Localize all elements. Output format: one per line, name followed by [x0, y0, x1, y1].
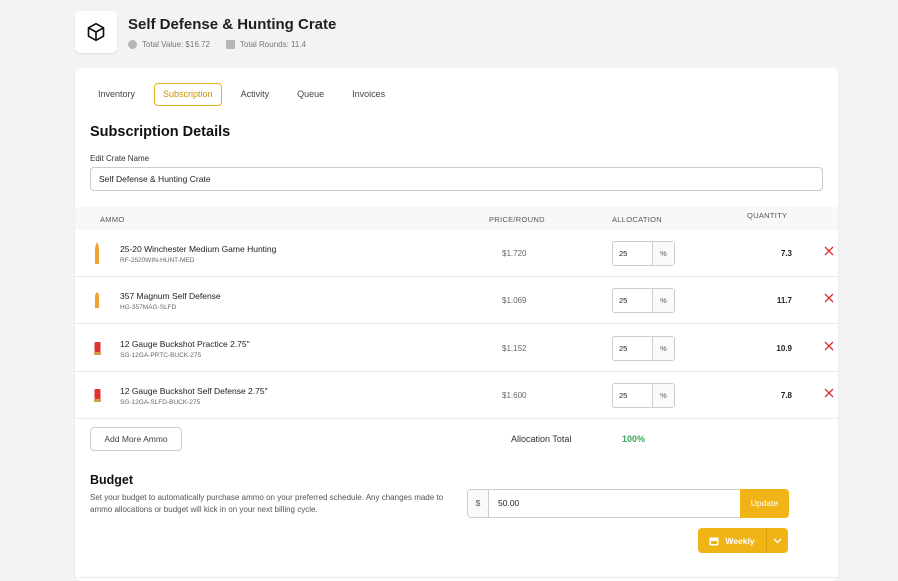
ammo-name: 12 Gauge Buckshot Self Defense 2.75"	[120, 386, 268, 396]
table-row: 25-20 Winchester Medium Game Hunting RF-…	[75, 230, 838, 277]
ammo-name: 25-20 Winchester Medium Game Hunting	[120, 244, 277, 254]
shotshell-icon	[94, 389, 101, 402]
allocation-field[interactable]: 25 %	[612, 241, 675, 266]
crate-logo	[75, 11, 117, 53]
remove-icon[interactable]	[824, 293, 834, 303]
col-quantity: QUANTITY	[747, 211, 788, 220]
allocation-field[interactable]: 25 %	[612, 383, 675, 408]
section-title: Subscription Details	[90, 124, 231, 140]
remove-icon[interactable]	[824, 341, 834, 351]
total-value: Total Value: $16.72	[128, 40, 210, 49]
col-ammo: AMMO	[100, 215, 125, 224]
currency-addon: $	[468, 490, 489, 517]
table-row: 12 Gauge Buckshot Self Defense 2.75" SG-…	[75, 372, 838, 419]
rounds-icon	[225, 40, 235, 49]
chevron-down-icon	[773, 538, 782, 543]
table-row: 357 Magnum Self Defense HG-357MAG-SLFD $…	[75, 277, 838, 324]
budget-description: Set your budget to automatically purchas…	[90, 493, 444, 514]
quantity-value: 7.8	[780, 391, 792, 400]
crate-meta: Total Value: $16.72 Total Rounds: 11.4	[128, 40, 306, 49]
tab-activity[interactable]: Activity	[232, 83, 279, 106]
frequency-label: Weekly	[725, 535, 755, 546]
allocation-input[interactable]: 25	[613, 242, 653, 265]
ammo-name: 357 Magnum Self Defense	[120, 291, 221, 301]
total-value-text: Total Value: $16.72	[142, 40, 210, 49]
allocation-field[interactable]: 25 %	[612, 288, 675, 313]
percent-addon: %	[653, 337, 674, 360]
price-per-round: $1.600	[502, 391, 527, 400]
frequency-dropdown-toggle[interactable]	[766, 528, 788, 553]
col-allocation: ALLOCATION	[612, 215, 662, 224]
price-per-round: $1.152	[502, 344, 527, 353]
ammo-sku: SG-12GA-SLFD-BUCK-275	[120, 399, 201, 406]
total-rounds-text: Total Rounds: 11.4	[239, 40, 307, 49]
ammo-sku: SG-12GA-PRTC-BUCK-275	[120, 352, 202, 359]
percent-addon: %	[653, 289, 674, 312]
budget-title: Budget	[90, 473, 134, 487]
divider	[75, 577, 838, 578]
allocation-field[interactable]: 25 %	[612, 336, 675, 361]
quantity-value: 10.9	[776, 344, 792, 353]
frequency-button[interactable]: Weekly	[698, 528, 766, 553]
price-per-round: $1.720	[502, 249, 527, 258]
ammo-sku: RF-2520WIN-HUNT-MED	[120, 257, 195, 264]
page-title: Self Defense & Hunting Crate	[128, 16, 337, 33]
crate-header: Self Defense & Hunting Crate Total Value…	[75, 11, 835, 53]
ammo-name: 12 Gauge Buckshot Practice 2.75"	[120, 339, 250, 349]
tab-bar: Inventory Subscription Activity Queue In…	[89, 83, 404, 106]
rifle-bullet-icon	[95, 242, 99, 264]
percent-addon: %	[653, 384, 674, 407]
dollar-icon	[128, 40, 137, 49]
remove-icon[interactable]	[824, 388, 834, 398]
handgun-bullet-icon	[95, 292, 99, 308]
remove-icon[interactable]	[824, 246, 834, 256]
crate-name-input[interactable]	[90, 167, 823, 191]
table-row: 12 Gauge Buckshot Practice 2.75" SG-12GA…	[75, 325, 838, 372]
ammo-sku: HG-357MAG-SLFD	[120, 304, 177, 311]
total-rounds: Total Rounds: 11.4	[225, 40, 307, 49]
allocation-input[interactable]: 25	[613, 384, 653, 407]
tab-queue[interactable]: Queue	[288, 83, 333, 106]
tab-inventory[interactable]: Inventory	[89, 83, 144, 106]
allocation-input[interactable]: 25	[613, 289, 653, 312]
budget-amount[interactable]: 50.00	[489, 490, 519, 517]
tab-subscription[interactable]: Subscription	[154, 83, 222, 106]
add-more-ammo-button[interactable]: Add More Ammo	[90, 427, 182, 451]
percent-addon: %	[653, 242, 674, 265]
table-header: AMMO PRICE/ROUND ALLOCATION QUANTITY	[75, 207, 838, 230]
allocation-input[interactable]: 25	[613, 337, 653, 360]
quantity-value: 7.3	[780, 249, 792, 258]
crate-name-label: Edit Crate Name	[90, 154, 150, 163]
box-icon	[87, 22, 105, 42]
quantity-value: 11.7	[776, 296, 792, 305]
subscription-card: Inventory Subscription Activity Queue In…	[75, 68, 838, 581]
tab-invoices[interactable]: Invoices	[343, 83, 394, 106]
col-price: PRICE/ROUND	[489, 215, 545, 224]
price-per-round: $1.069	[502, 296, 527, 305]
calendar-icon	[709, 537, 719, 545]
update-button[interactable]: Update	[740, 489, 789, 518]
allocation-total-label: Allocation Total	[511, 434, 572, 444]
shotshell-icon	[94, 342, 101, 355]
allocation-total-value: 100%	[622, 434, 646, 444]
